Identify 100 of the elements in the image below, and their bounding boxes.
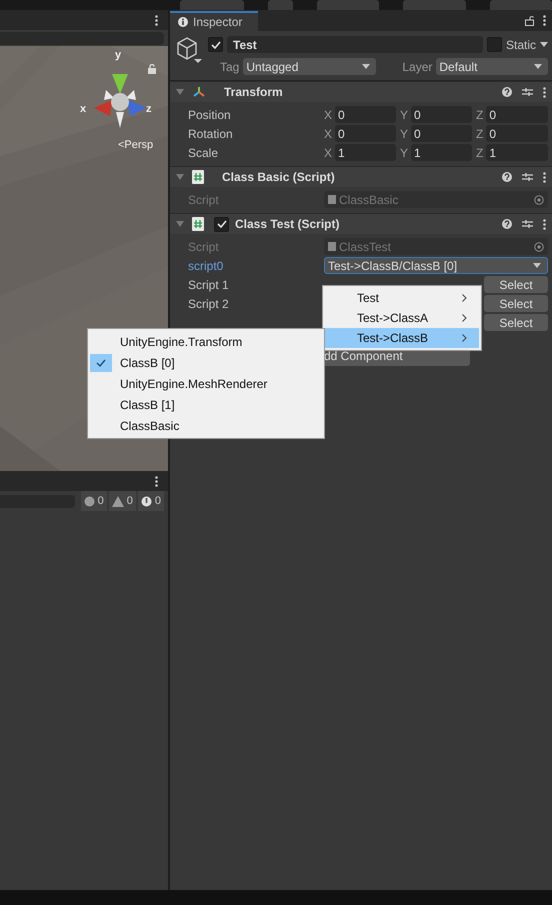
- active-checkbox[interactable]: [208, 37, 223, 52]
- transform-icon: [192, 85, 206, 99]
- static-dropdown[interactable]: Static: [506, 38, 536, 52]
- script-icon: [192, 170, 204, 184]
- foldout-icon[interactable]: [176, 89, 184, 95]
- number-field[interactable]: 0: [335, 106, 396, 123]
- axis-label: y: [115, 49, 122, 61]
- menu-item[interactable]: ClassBasic: [90, 415, 322, 436]
- more-icon[interactable]: [155, 476, 158, 486]
- settings-icon[interactable]: [522, 172, 533, 182]
- select-button[interactable]: Select: [484, 295, 548, 312]
- log-count-toggle[interactable]: 0: [138, 491, 164, 511]
- axis-label: Z: [476, 146, 484, 160]
- dropdown-arrow-icon[interactable]: [540, 42, 548, 47]
- warning-icon: [112, 496, 124, 506]
- component-title: Class Basic (Script): [221, 170, 336, 184]
- chevron-right-icon: [462, 314, 467, 322]
- more-icon[interactable]: [543, 218, 546, 230]
- field-label: Rotation: [188, 126, 234, 140]
- dropdown-arrow-icon: [362, 64, 370, 69]
- axis-label: X: [324, 126, 332, 140]
- number-field[interactable]: 1: [411, 144, 472, 161]
- chevron-right-icon: [462, 294, 467, 302]
- field-label: Script: [188, 192, 220, 206]
- message-icon: [84, 496, 95, 506]
- number-field[interactable]: 0: [335, 125, 396, 142]
- more-icon[interactable]: [543, 15, 546, 26]
- check-icon: [210, 40, 220, 48]
- log-count: 0: [154, 495, 161, 507]
- script-icon: [328, 195, 336, 204]
- axis-label: Y: [400, 126, 408, 140]
- class-dropdown[interactable]: Test->ClassB/ClassB [0]: [324, 257, 548, 274]
- select-button[interactable]: Select: [484, 276, 548, 293]
- field-label: script0: [188, 258, 224, 272]
- foldout-icon[interactable]: [176, 174, 184, 180]
- menu-item[interactable]: Test->ClassA: [325, 308, 479, 328]
- more-icon[interactable]: [543, 86, 546, 98]
- component-title: Transform: [223, 85, 284, 99]
- help-icon[interactable]: [502, 172, 512, 182]
- settings-icon[interactable]: [522, 219, 533, 229]
- select-button[interactable]: Select: [484, 314, 548, 331]
- axis-label: Y: [400, 146, 408, 160]
- check-icon: [216, 220, 226, 228]
- chevron-right-icon: [462, 334, 467, 342]
- name-field[interactable]: Test: [227, 36, 483, 53]
- settings-icon[interactable]: [522, 87, 533, 97]
- layer-dropdown[interactable]: Default: [436, 58, 548, 75]
- component-header[interactable]: Class Test (Script): [170, 213, 552, 234]
- number-field[interactable]: 1: [335, 144, 396, 161]
- target-icon[interactable]: [534, 194, 544, 204]
- dropdown-arrow-icon: [533, 263, 541, 268]
- view-label[interactable]: <Persp: [118, 139, 154, 151]
- target-icon[interactable]: [534, 242, 544, 252]
- dropdown-arrow-icon: [534, 64, 542, 69]
- search-field[interactable]: [0, 32, 164, 44]
- script-icon: [192, 217, 204, 231]
- axis-label: z: [146, 103, 152, 115]
- field-label: Scale: [188, 146, 220, 160]
- field-label: Position: [188, 108, 232, 122]
- menu-item[interactable]: Test: [325, 288, 479, 308]
- info-icon: [178, 17, 188, 27]
- component-header[interactable]: Class Basic (Script): [170, 166, 552, 187]
- check-icon: [96, 358, 106, 366]
- axis-label: X: [324, 146, 332, 160]
- field-label: Script 2: [188, 296, 230, 310]
- menu-item[interactable]: UnityEngine.MeshRenderer: [90, 373, 322, 394]
- layer-label: Layer: [401, 60, 432, 74]
- static-checkbox[interactable]: [486, 37, 502, 52]
- log-count: 0: [98, 495, 104, 507]
- foldout-icon[interactable]: [176, 221, 184, 227]
- help-icon[interactable]: [502, 219, 512, 229]
- number-field[interactable]: 0: [411, 125, 472, 142]
- axis-label: x: [80, 103, 86, 115]
- axis-label: Y: [400, 108, 408, 122]
- script-icon: [328, 242, 336, 251]
- log-count-toggle[interactable]: 0: [80, 491, 107, 511]
- number-field[interactable]: 0: [486, 106, 548, 123]
- axis-label: Z: [476, 126, 484, 140]
- number-field[interactable]: 1: [486, 144, 548, 161]
- menu-item[interactable]: Test->ClassB: [325, 328, 479, 348]
- log-count-toggle[interactable]: 0: [108, 491, 136, 511]
- number-field[interactable]: 0: [411, 106, 472, 123]
- field-label: Script: [188, 240, 220, 254]
- component-title: Class Test (Script): [235, 217, 340, 231]
- tag-dropdown[interactable]: Untagged: [243, 58, 376, 75]
- axis-label: Z: [476, 108, 484, 122]
- number-field[interactable]: 0: [486, 125, 548, 142]
- enabled-checkbox[interactable]: [214, 216, 229, 232]
- axis-label: X: [324, 108, 332, 122]
- menu-item[interactable]: ClassB [1]: [90, 394, 322, 415]
- help-icon[interactable]: [502, 87, 512, 97]
- error-icon: [140, 496, 152, 506]
- more-icon[interactable]: [543, 172, 546, 182]
- log-count: 0: [126, 495, 133, 507]
- more-icon[interactable]: [155, 14, 158, 26]
- component-header[interactable]: Transform: [170, 81, 552, 102]
- tag-label: Tag: [219, 60, 240, 74]
- field-label: Script 1: [188, 278, 230, 292]
- inspector-tab[interactable]: Inspector: [170, 11, 258, 31]
- lock-icon[interactable]: [525, 15, 534, 26]
